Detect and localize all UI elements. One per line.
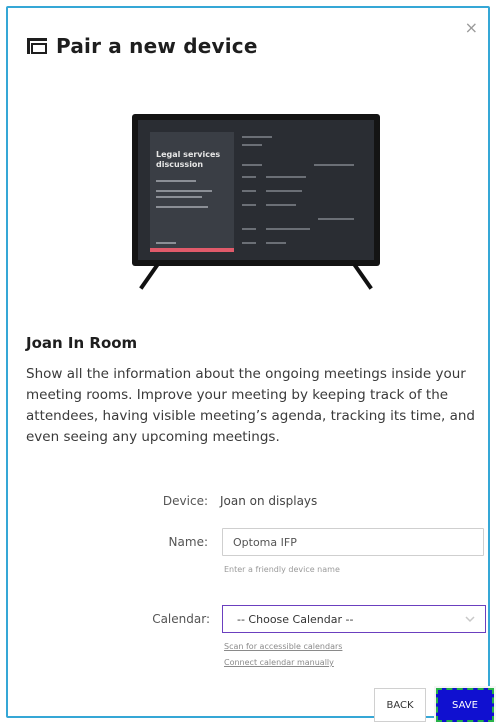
device-value: Joan on displays — [220, 494, 318, 508]
close-icon[interactable]: × — [465, 18, 478, 37]
save-button[interactable]: SAVE — [436, 688, 494, 722]
calendar-select-value: -- Choose Calendar -- — [237, 612, 354, 626]
tv-line — [266, 242, 286, 244]
tv-line — [242, 136, 272, 138]
dialog-header: Pair a new device — [26, 34, 258, 58]
tv-line — [266, 204, 296, 206]
name-label: Name: — [168, 535, 208, 549]
pair-device-dialog: Pair a new device × Legal services discus… — [6, 6, 494, 722]
name-hint: Enter a friendly device name — [224, 565, 340, 574]
tv-line — [242, 176, 256, 178]
tv-line — [242, 204, 256, 206]
tv-meeting-heading: Legal services discussion — [156, 150, 221, 169]
tv-leg — [139, 262, 160, 290]
tv-meeting-panel: Legal services discussion — [150, 132, 234, 252]
name-input[interactable] — [222, 528, 484, 556]
calendar-label: Calendar: — [152, 612, 210, 626]
tv-line — [242, 164, 262, 166]
tv-line — [156, 190, 212, 192]
back-button[interactable]: BACK — [374, 688, 426, 722]
display-device-icon — [27, 38, 47, 54]
section-title: Joan In Room — [26, 334, 138, 352]
tv-progress-bar — [150, 248, 234, 252]
tv-line — [242, 228, 256, 230]
tv-line — [314, 164, 354, 166]
tv-line — [242, 144, 262, 146]
tv-line — [156, 180, 196, 182]
tv-line — [156, 196, 202, 198]
tv-line — [266, 190, 302, 192]
tv-preview-image: Legal services discussion — [132, 114, 380, 294]
tv-line — [318, 218, 354, 220]
tv-line — [266, 228, 310, 230]
tv-line — [156, 206, 208, 208]
calendar-select[interactable]: -- Choose Calendar -- — [222, 605, 486, 633]
connect-calendar-link[interactable]: Connect calendar manually — [224, 658, 334, 667]
device-label: Device: — [162, 494, 208, 508]
tv-screen: Legal services discussion — [138, 120, 374, 260]
tv-line — [266, 176, 306, 178]
tv-line — [242, 190, 256, 192]
dialog-title: Pair a new device — [56, 34, 258, 58]
section-description: Show all the information about the ongoi… — [26, 366, 475, 445]
scan-calendars-link[interactable]: Scan for accessible calendars — [224, 642, 342, 651]
tv-leg — [352, 262, 373, 290]
tv-line — [156, 242, 176, 244]
chevron-down-icon — [465, 616, 475, 623]
tv-frame: Legal services discussion — [132, 114, 380, 266]
tv-line — [242, 242, 256, 244]
